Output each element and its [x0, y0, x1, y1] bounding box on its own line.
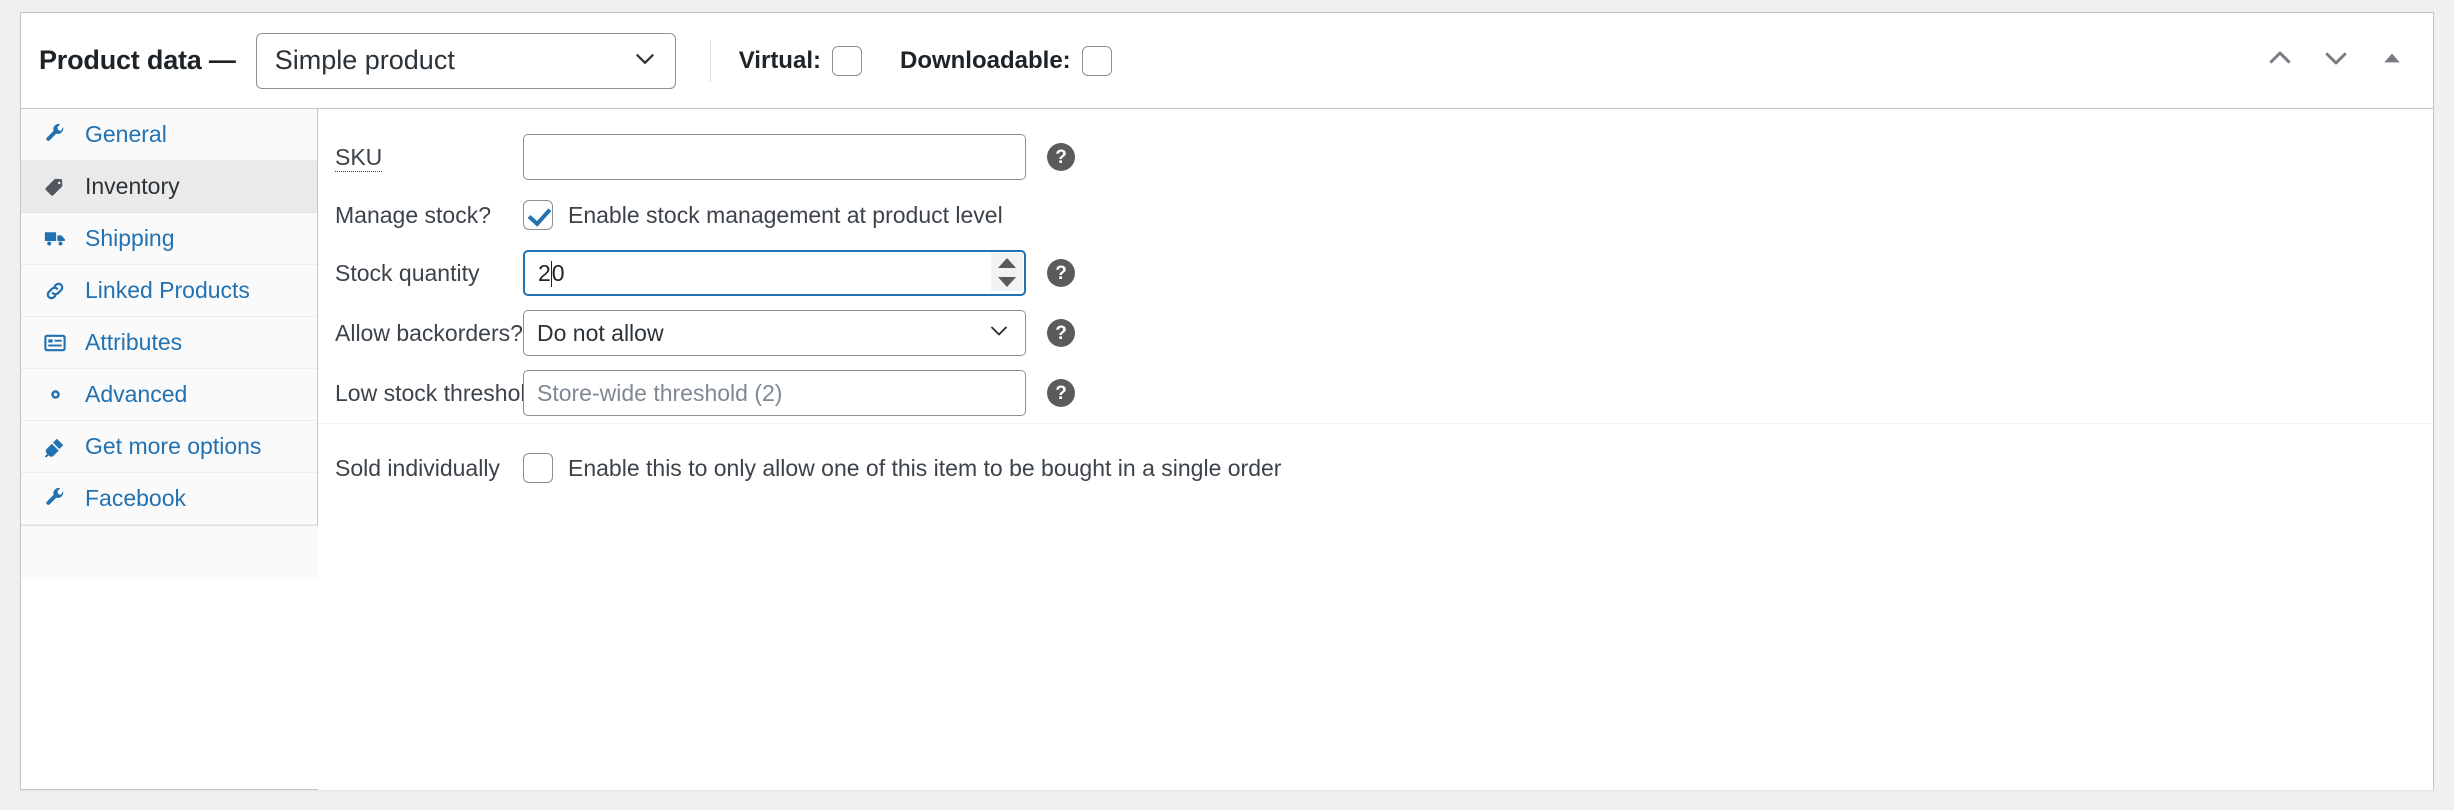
- sidebar-item-label: Advanced: [85, 381, 188, 407]
- downloadable-checkbox[interactable]: [1081, 45, 1112, 76]
- sold-individually-checkbox-group[interactable]: Enable this to only allow one of this it…: [523, 453, 1281, 483]
- tab-list-filler: [21, 525, 318, 579]
- virtual-checkbox-group[interactable]: Virtual:: [738, 45, 862, 76]
- stock-quantity-input[interactable]: 20: [523, 250, 1026, 296]
- sidebar-item-label: Get more options: [85, 433, 262, 459]
- stock-quantity-input-wrap: 20: [523, 250, 1026, 296]
- product-data-panel: Product data — Simple product Virtual: D…: [20, 12, 2434, 790]
- inventory-group-primary: SKU ? Manage stock? Enable stock managem…: [318, 109, 2433, 423]
- sidebar-item-attributes[interactable]: Attributes: [21, 317, 317, 369]
- text-caret: [550, 261, 552, 287]
- wrench-icon: [43, 487, 73, 511]
- product-type-value[interactable]: Simple product: [255, 32, 676, 89]
- inventory-panel: SKU ? Manage stock? Enable stock managem…: [318, 109, 2433, 790]
- panel-order-controls: [2257, 38, 2415, 84]
- tab-list: General Inventory Shipping Linked Produc…: [21, 109, 318, 525]
- panel-header: Product data — Simple product Virtual: D…: [21, 13, 2433, 109]
- allow-backorders-select[interactable]: Do not allow: [523, 310, 1026, 356]
- sidebar-item-general[interactable]: General: [21, 109, 317, 161]
- triangle-down-icon[interactable]: [998, 276, 1016, 287]
- list-icon: [43, 331, 73, 355]
- stock-quantity-stepper[interactable]: [991, 253, 1023, 291]
- header-divider: [709, 39, 711, 82]
- help-icon[interactable]: ?: [1047, 259, 1075, 287]
- sidebar-item-linked-products[interactable]: Linked Products: [21, 265, 317, 317]
- sold-individually-label: Sold individually: [335, 454, 500, 481]
- move-down-button[interactable]: [2313, 38, 2359, 84]
- wrench-icon: [43, 123, 73, 147]
- sku-input[interactable]: [523, 134, 1026, 180]
- toggle-panel-button[interactable]: [2369, 38, 2415, 84]
- low-stock-threshold-label: Low stock threshold: [335, 379, 539, 406]
- stock-quantity-value-after-caret: 0: [551, 259, 565, 286]
- sidebar-item-facebook[interactable]: Facebook: [21, 473, 317, 525]
- sidebar-item-label: Facebook: [85, 485, 187, 511]
- downloadable-label: Downloadable:: [899, 46, 1071, 74]
- sidebar-item-label: Attributes: [85, 329, 183, 355]
- sold-individually-checkbox[interactable]: [523, 453, 553, 483]
- help-icon[interactable]: ?: [1047, 379, 1075, 407]
- field-manage-stock: Manage stock? Enable stock management at…: [318, 187, 2433, 243]
- sold-individually-checkbox-label: Enable this to only allow one of this it…: [568, 454, 1282, 481]
- virtual-label: Virtual:: [738, 46, 821, 74]
- panel-body: General Inventory Shipping Linked Produc…: [21, 109, 2433, 790]
- manage-stock-checkbox[interactable]: [523, 200, 553, 230]
- allow-backorders-value[interactable]: Do not allow: [523, 310, 1026, 356]
- screen: Product data — Simple product Virtual: D…: [0, 0, 2454, 810]
- chevron-down-icon: [2321, 43, 2351, 78]
- sidebar-item-label: Shipping: [85, 225, 175, 251]
- low-stock-threshold-input[interactable]: [523, 370, 1026, 416]
- manage-stock-checkbox-group[interactable]: Enable stock management at product level: [523, 200, 1003, 230]
- tag-icon: [43, 175, 73, 199]
- sidebar-item-label: Inventory: [85, 173, 180, 199]
- sidebar-item-label: General: [85, 121, 167, 147]
- inventory-group-secondary: Sold individually Enable this to only al…: [318, 424, 2433, 496]
- plug-icon: [43, 435, 73, 459]
- move-up-button[interactable]: [2257, 38, 2303, 84]
- sidebar-item-label: Linked Products: [85, 277, 250, 303]
- sidebar-item-inventory[interactable]: Inventory: [21, 161, 317, 213]
- truck-icon: [43, 226, 73, 251]
- stock-quantity-label: Stock quantity: [335, 259, 480, 286]
- virtual-checkbox[interactable]: [831, 45, 862, 76]
- manage-stock-checkbox-label: Enable stock management at product level: [568, 201, 1003, 228]
- triangle-up-icon[interactable]: [998, 257, 1016, 268]
- manage-stock-label: Manage stock?: [335, 201, 491, 228]
- field-allow-backorders: Allow backorders? Do not allow ?: [318, 303, 2433, 363]
- sku-label: SKU: [335, 143, 383, 172]
- field-low-stock-threshold: Low stock threshold ?: [318, 363, 2433, 423]
- field-stock-quantity: Stock quantity 20 ?: [318, 243, 2433, 303]
- downloadable-checkbox-group[interactable]: Downloadable:: [899, 45, 1112, 76]
- triangle-up-icon: [2381, 47, 2403, 74]
- page-title: Product data —: [39, 45, 236, 75]
- help-icon[interactable]: ?: [1047, 319, 1075, 347]
- link-icon: [43, 279, 73, 303]
- field-sold-individually: Sold individually Enable this to only al…: [318, 440, 2433, 496]
- sidebar-item-shipping[interactable]: Shipping: [21, 213, 317, 265]
- product-type-select[interactable]: Simple product: [255, 32, 676, 89]
- sidebar-item-get-more-options[interactable]: Get more options: [21, 421, 317, 473]
- chevron-up-icon: [2265, 43, 2295, 78]
- field-sku: SKU ?: [318, 127, 2433, 187]
- allow-backorders-label: Allow backorders?: [335, 319, 523, 346]
- sidebar-item-advanced[interactable]: Advanced: [21, 369, 317, 421]
- help-icon[interactable]: ?: [1047, 143, 1075, 171]
- stock-quantity-value-before-caret: 2: [538, 259, 551, 286]
- gear-icon: [43, 382, 73, 407]
- product-data-tabs: General Inventory Shipping Linked Produc…: [21, 109, 318, 790]
